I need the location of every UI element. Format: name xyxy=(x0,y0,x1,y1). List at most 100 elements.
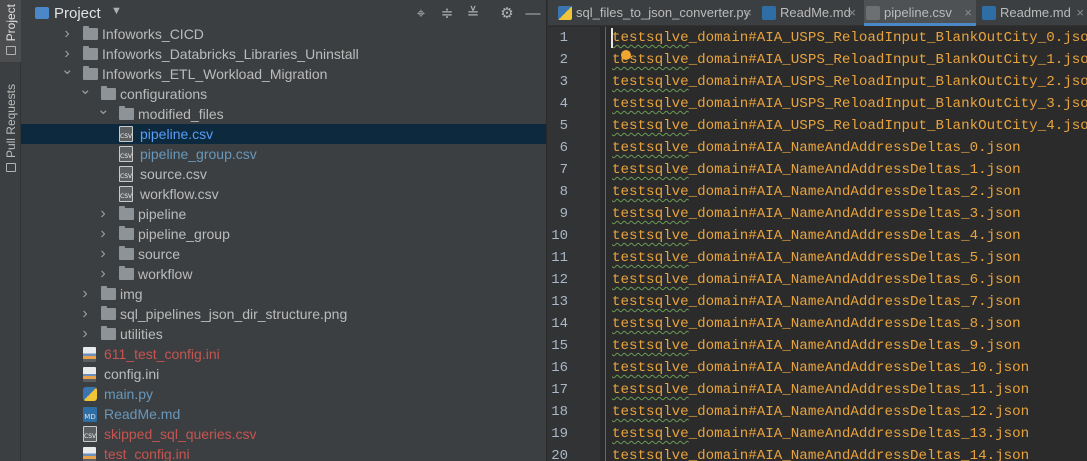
csv-file-icon: CSV xyxy=(119,146,133,162)
close-icon[interactable]: × xyxy=(964,0,972,26)
tree-folder-row[interactable]: › sql_pipelines_json_dir_structure.png xyxy=(21,304,546,324)
code-text: _domain#AIA_NameAndAddressDeltas_8.json xyxy=(688,316,1021,332)
code-line[interactable]: testsqlve_domain#AIA_USPS_ReloadInput_Bl… xyxy=(612,93,1087,115)
chevron-right-icon[interactable]: › xyxy=(97,244,109,264)
spellcheck-underline: testsqlve xyxy=(612,294,689,310)
spellcheck-underline: testsqlve xyxy=(612,30,689,46)
tree-folder-row[interactable]: › Infoworks_CICD xyxy=(21,24,546,44)
code-line[interactable]: testsqlve_domain#AIA_NameAndAddressDelta… xyxy=(612,379,1029,401)
expand-all-icon[interactable]: ≑ xyxy=(437,4,457,24)
tree-item-label: pipeline_group xyxy=(138,226,230,242)
code-text: _domain#AIA_NameAndAddressDeltas_13.json xyxy=(688,426,1030,442)
chevron-right-icon[interactable]: › xyxy=(79,324,91,344)
close-icon[interactable]: × xyxy=(848,0,856,26)
editor: sql_files_to_json_converter.py × ReadMe.md… xyxy=(547,0,1087,461)
tree-file-row[interactable]: CSV pipeline.csv xyxy=(21,124,546,144)
code-line[interactable]: testsqlve_domain#AIA_NameAndAddressDelta… xyxy=(612,225,1021,247)
code-line[interactable]: testsqlve_domain#AIA_NameAndAddressDelta… xyxy=(612,137,1021,159)
code-line[interactable]: testsqlve_domain#AIA_NameAndAddressDelta… xyxy=(612,203,1021,225)
editor-tab[interactable]: sql_files_to_json_converter.py × xyxy=(556,0,756,26)
tree-file-row[interactable]: 611_test_config.ini xyxy=(21,344,546,364)
folder-icon xyxy=(101,86,116,100)
tree-file-row[interactable]: test_config.ini xyxy=(21,444,546,461)
tree-folder-row[interactable]: › pipeline xyxy=(21,204,546,224)
code-text: _domain#AIA_NameAndAddressDeltas_0.json xyxy=(688,140,1021,156)
tree-folder-row[interactable]: ⌄ Infoworks_ETL_Workload_Migration xyxy=(21,62,546,84)
line-number: 14 xyxy=(551,316,568,332)
code-line[interactable]: testsqlve_domain#AIA_NameAndAddressDelta… xyxy=(612,269,1021,291)
tree-file-row[interactable]: MD ReadMe.md xyxy=(21,404,546,424)
pull-request-icon xyxy=(5,163,16,173)
pull-requests-tool-tab[interactable]: Pull Requests xyxy=(0,84,21,174)
code-line[interactable]: testsqlve_domain#AIA_USPS_ReloadInput_Bl… xyxy=(612,49,1087,71)
chevron-down-icon[interactable]: ⌄ xyxy=(97,102,110,117)
collapse-all-icon[interactable]: ≚ xyxy=(463,4,483,24)
markdown-file-icon xyxy=(762,6,776,20)
project-tool-tab[interactable]: Project xyxy=(0,0,21,62)
code-line[interactable]: testsqlve_domain#AIA_NameAndAddressDelta… xyxy=(612,291,1021,313)
tree-file-row[interactable]: CSV skipped_sql_queries.csv xyxy=(21,424,546,444)
code-text: _domain#AIA_USPS_ReloadInput_BlankOutCit… xyxy=(688,96,1087,112)
code-line[interactable]: testsqlve_domain#AIA_NameAndAddressDelta… xyxy=(612,247,1021,269)
code-line[interactable]: testsqlve_domain#AIA_NameAndAddressDelta… xyxy=(612,159,1021,181)
tree-file-row[interactable]: CSV pipeline_group.csv xyxy=(21,144,546,164)
folder-icon xyxy=(101,326,116,340)
tree-item-label: utilities xyxy=(120,326,163,342)
crosshair-icon[interactable]: ⌖ xyxy=(411,4,431,24)
chevron-right-icon[interactable]: › xyxy=(79,304,91,324)
code-line[interactable]: testsqlve_domain#AIA_NameAndAddressDelta… xyxy=(612,423,1029,445)
spellcheck-underline: testsqlve xyxy=(612,316,689,332)
tree-folder-row[interactable]: › source xyxy=(21,244,546,264)
markdown-file-icon xyxy=(982,6,996,20)
code-text: _domain#AIA_NameAndAddressDeltas_2.json xyxy=(688,184,1021,200)
minimize-icon[interactable]: — xyxy=(523,4,543,24)
code-line[interactable]: testsqlve_domain#AIA_NameAndAddressDelta… xyxy=(612,335,1021,357)
csv-file-icon: CSV xyxy=(119,166,133,182)
line-number: 4 xyxy=(559,96,568,112)
spellcheck-underline: testsqlve xyxy=(612,140,689,156)
tree-folder-row[interactable]: › utilities xyxy=(21,324,546,344)
chevron-down-icon[interactable]: ▼ xyxy=(111,5,122,17)
chevron-right-icon[interactable]: › xyxy=(79,284,91,304)
code-line[interactable]: testsqlve_domain#AIA_USPS_ReloadInput_Bl… xyxy=(612,115,1087,137)
line-number: 16 xyxy=(551,360,568,376)
tree-file-row[interactable]: CSV workflow.csv xyxy=(21,184,546,204)
close-icon[interactable]: × xyxy=(1076,0,1084,26)
editor-tab[interactable]: pipeline.csv × xyxy=(864,0,976,26)
tree-folder-row[interactable]: ⌄ modified_files xyxy=(21,102,546,124)
code-text: _domain#AIA_NameAndAddressDeltas_14.json xyxy=(688,448,1030,461)
code-line[interactable]: testsqlve_domain#AIA_USPS_ReloadInput_Bl… xyxy=(612,27,1087,49)
code-line[interactable]: testsqlve_domain#AIA_USPS_ReloadInput_Bl… xyxy=(612,71,1087,93)
tree-folder-row[interactable]: › pipeline_group xyxy=(21,224,546,244)
tree-file-row[interactable]: CSV source.csv xyxy=(21,164,546,184)
code-line[interactable]: testsqlve_domain#AIA_NameAndAddressDelta… xyxy=(612,313,1021,335)
project-view-selector[interactable]: Project xyxy=(54,5,101,22)
code-line[interactable]: testsqlve_domain#AIA_NameAndAddressDelta… xyxy=(612,445,1029,461)
code-line[interactable]: testsqlve_domain#AIA_NameAndAddressDelta… xyxy=(612,401,1029,423)
editor-tab[interactable]: ReadMe.md × xyxy=(760,0,860,26)
code-line[interactable]: testsqlve_domain#AIA_NameAndAddressDelta… xyxy=(612,181,1021,203)
tree-folder-row[interactable]: › workflow xyxy=(21,264,546,284)
code-text: _domain#AIA_USPS_ReloadInput_BlankOutCit… xyxy=(688,74,1087,90)
gear-icon[interactable]: ⚙ xyxy=(497,4,517,24)
close-icon[interactable]: × xyxy=(744,0,752,26)
csv-file-icon: CSV xyxy=(119,126,133,142)
code-line[interactable]: testsqlve_domain#AIA_NameAndAddressDelta… xyxy=(612,357,1029,379)
tree-file-row[interactable]: main.py xyxy=(21,384,546,404)
chevron-right-icon[interactable]: › xyxy=(97,204,109,224)
tree-item-label: modified_files xyxy=(138,106,224,122)
chevron-right-icon[interactable]: › xyxy=(97,224,109,244)
tree-folder-row[interactable]: › img xyxy=(21,284,546,304)
editor-tab-label: ReadMe.md xyxy=(780,5,851,20)
chevron-down-icon[interactable]: ⌄ xyxy=(79,82,92,97)
chevron-right-icon[interactable]: › xyxy=(97,264,109,284)
tree-item-label: test_config.ini xyxy=(104,446,190,461)
lightbulb-icon[interactable] xyxy=(621,50,631,60)
editor-tab[interactable]: Readme.md × xyxy=(980,0,1087,26)
line-number: 12 xyxy=(551,272,568,288)
code-text: _domain#AIA_USPS_ReloadInput_BlankOutCit… xyxy=(688,118,1087,134)
chevron-right-icon[interactable]: › xyxy=(61,24,73,44)
tree-file-row[interactable]: config.ini xyxy=(21,364,546,384)
chevron-down-icon[interactable]: ⌄ xyxy=(61,62,74,77)
tree-folder-row[interactable]: › Infoworks_Databricks_Libraries_Uninstal… xyxy=(21,44,546,64)
